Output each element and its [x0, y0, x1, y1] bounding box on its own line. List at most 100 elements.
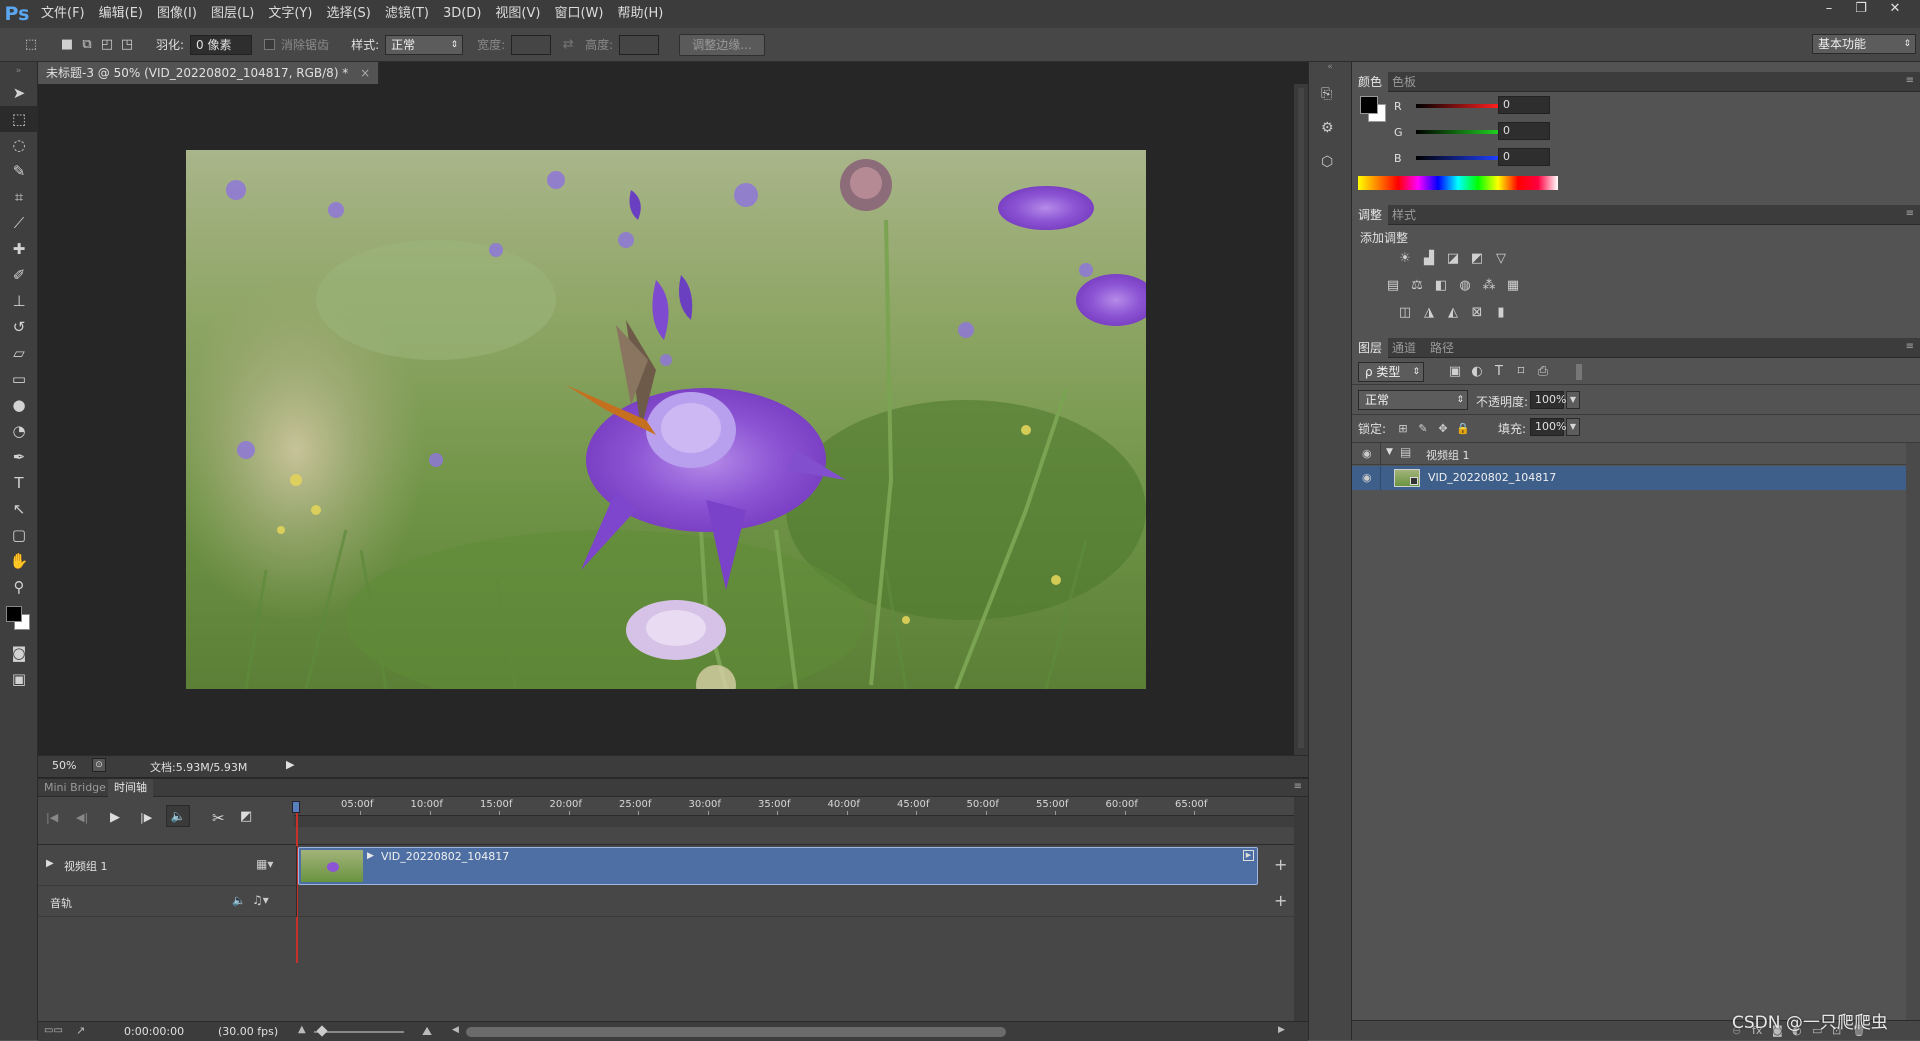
foreground-color-swatch[interactable]	[1360, 96, 1378, 114]
style-select[interactable]: 正常 ⇕	[385, 34, 464, 55]
healing-brush-tool-icon[interactable]: ✚	[0, 236, 38, 262]
channel-g-input[interactable]: 0	[1498, 122, 1550, 140]
opacity-input[interactable]: 100%	[1530, 391, 1566, 409]
strip-collapse-icon[interactable]: «	[1309, 62, 1351, 76]
close-button[interactable]: ✕	[1880, 0, 1910, 20]
type-tool-icon[interactable]: T	[0, 470, 38, 496]
dodge-tool-icon[interactable]: ◔	[0, 418, 38, 444]
eye-icon[interactable]: ◉	[1362, 471, 1372, 484]
lock-position-icon[interactable]: ✥	[1434, 421, 1452, 437]
filter-toggle-icon[interactable]	[1576, 364, 1582, 380]
channel-g-slider[interactable]	[1416, 130, 1498, 134]
zoom-in-icon[interactable]: ⛰	[422, 1024, 432, 1039]
filter-smart-object-icon[interactable]: ⎙	[1534, 364, 1552, 380]
menu-edit[interactable]: 编辑(E)	[92, 0, 150, 28]
filter-type-icon[interactable]: T	[1490, 364, 1508, 380]
opacity-dropdown-icon[interactable]: ▼	[1566, 391, 1580, 409]
fill-input[interactable]: 100%	[1530, 418, 1566, 436]
zoom-level[interactable]: 50%	[52, 759, 76, 772]
document-tab-close-icon[interactable]: ×	[360, 66, 370, 80]
tab-color[interactable]: 颜色	[1352, 72, 1389, 92]
layer-row-video[interactable]: ◉ VID_20220802_104817	[1352, 466, 1906, 490]
move-tool-icon[interactable]: ➤	[0, 80, 38, 106]
3d-panel-icon[interactable]: ⬡	[1321, 154, 1333, 170]
brush-tool-icon[interactable]: ✐	[0, 262, 38, 288]
playhead-handle[interactable]	[292, 801, 300, 813]
next-frame-icon[interactable]: |▶	[140, 811, 152, 824]
go-to-first-frame-icon[interactable]: |◀	[46, 811, 58, 824]
timeline-scroll-thumb[interactable]	[466, 1027, 1006, 1037]
antialias-checkbox[interactable]	[264, 39, 276, 50]
timeline-vertical-scrollbar[interactable]	[1294, 797, 1308, 1021]
eye-icon[interactable]: ◉	[1362, 447, 1372, 460]
work-area-bar[interactable]	[294, 815, 1294, 827]
zoom-tool-icon[interactable]: ⚲	[0, 574, 38, 600]
photo-filter-icon[interactable]: ◍	[1456, 278, 1474, 294]
screen-mode-icon[interactable]: ▣	[0, 666, 38, 692]
zoom-slider[interactable]	[314, 1025, 404, 1037]
filter-pixel-icon[interactable]: ▣	[1446, 364, 1464, 380]
layer-row-group[interactable]: ◉ ▼ ▤ 视频组 1	[1352, 443, 1906, 465]
foreground-color-swatch[interactable]	[6, 606, 22, 622]
status-arrow-icon[interactable]: ▶	[286, 758, 294, 771]
clip-expand-icon[interactable]: ▶	[367, 851, 374, 861]
height-input[interactable]	[619, 34, 660, 55]
menu-help[interactable]: 帮助(H)	[610, 0, 670, 28]
vibrance-icon[interactable]: ▽	[1492, 251, 1510, 267]
color-spectrum-bar[interactable]	[1358, 176, 1558, 190]
swap-icon[interactable]: ⇄	[559, 36, 577, 54]
black-white-icon[interactable]: ◧	[1432, 278, 1450, 294]
rect-marquee-tool-icon[interactable]: ⬚	[0, 106, 38, 132]
channel-r-input[interactable]: 0	[1498, 96, 1550, 114]
menu-select[interactable]: 选择(S)	[319, 0, 377, 28]
channel-mixer-icon[interactable]: ⁂	[1480, 278, 1498, 294]
fill-dropdown-icon[interactable]: ▼	[1566, 418, 1580, 436]
zoom-slider-handle[interactable]	[316, 1025, 328, 1037]
document-tab[interactable]: 未标题-3 @ 50% (VID_20220802_104817, RGB/8)…	[38, 62, 380, 84]
path-select-tool-icon[interactable]: ↖	[0, 496, 38, 522]
clip-end-icon[interactable]: ▶	[1243, 850, 1254, 861]
tab-channels[interactable]: 通道	[1386, 338, 1422, 358]
play-icon[interactable]: ▶	[110, 810, 120, 825]
zoom-out-icon[interactable]: ▲	[298, 1024, 306, 1035]
menu-window[interactable]: 窗口(W)	[547, 0, 610, 28]
pen-tool-icon[interactable]: ✒	[0, 444, 38, 470]
add-media-icon[interactable]: +	[1274, 855, 1287, 874]
expand-triangle-icon[interactable]: ▶	[46, 858, 54, 869]
lasso-tool-icon[interactable]: ◌	[0, 132, 38, 158]
panel-menu-icon[interactable]: ≡	[1294, 781, 1302, 792]
levels-icon[interactable]: ▟	[1420, 251, 1438, 267]
video-clip[interactable]: ▶ VID_20220802_104817 ▶	[298, 847, 1258, 885]
refine-edge-button[interactable]: 调整边缘...	[679, 33, 765, 56]
exposure-icon[interactable]: ◩	[1468, 251, 1486, 267]
status-options-icon[interactable]: ⊙	[92, 758, 106, 772]
history-panel-icon[interactable]: ⎘	[1321, 86, 1332, 102]
eraser-tool-icon[interactable]: ▱	[0, 340, 38, 366]
properties-panel-icon[interactable]: ⚙	[1321, 120, 1334, 136]
tab-paths[interactable]: 路径	[1424, 338, 1460, 358]
document-vertical-scrollbar[interactable]	[1294, 84, 1308, 755]
panel-menu-icon[interactable]: ≡	[1906, 75, 1914, 86]
tab-adjustments[interactable]: 调整	[1352, 205, 1389, 225]
workspace-select[interactable]: 基本功能 ⇕	[1812, 34, 1916, 54]
split-scissors-icon[interactable]: ✂	[212, 809, 225, 827]
video-group-track-header[interactable]: ▶ 视频组 1 ▦▾	[38, 846, 296, 886]
scroll-right-icon[interactable]: ▶	[1278, 1025, 1285, 1035]
lock-all-icon[interactable]: 🔒	[1454, 421, 1472, 437]
stamp-tool-icon[interactable]: ⊥	[0, 288, 38, 314]
posterize-icon[interactable]: ◮	[1420, 305, 1438, 321]
transition-icon[interactable]: ◩	[240, 809, 252, 824]
scroll-left-icon[interactable]: ◀	[452, 1025, 459, 1035]
mute-audio-icon[interactable]: 🔈	[166, 805, 190, 827]
threshold-icon[interactable]: ◭	[1444, 305, 1462, 321]
channel-b-slider[interactable]	[1416, 156, 1498, 160]
blend-mode-select[interactable]: 正常 ⇕	[1358, 390, 1468, 410]
lock-transparent-icon[interactable]: ⊞	[1394, 421, 1412, 437]
menu-file[interactable]: 文件(F)	[34, 0, 92, 28]
panel-menu-icon[interactable]: ≡	[1906, 341, 1914, 352]
tab-mini-bridge[interactable]: Mini Bridge	[38, 779, 112, 797]
color-lookup-icon[interactable]: ▦	[1504, 278, 1522, 294]
menu-image[interactable]: 图像(I)	[150, 0, 204, 28]
film-strip-icon[interactable]: ▦▾	[256, 857, 273, 871]
menu-layer[interactable]: 图层(L)	[204, 0, 261, 28]
